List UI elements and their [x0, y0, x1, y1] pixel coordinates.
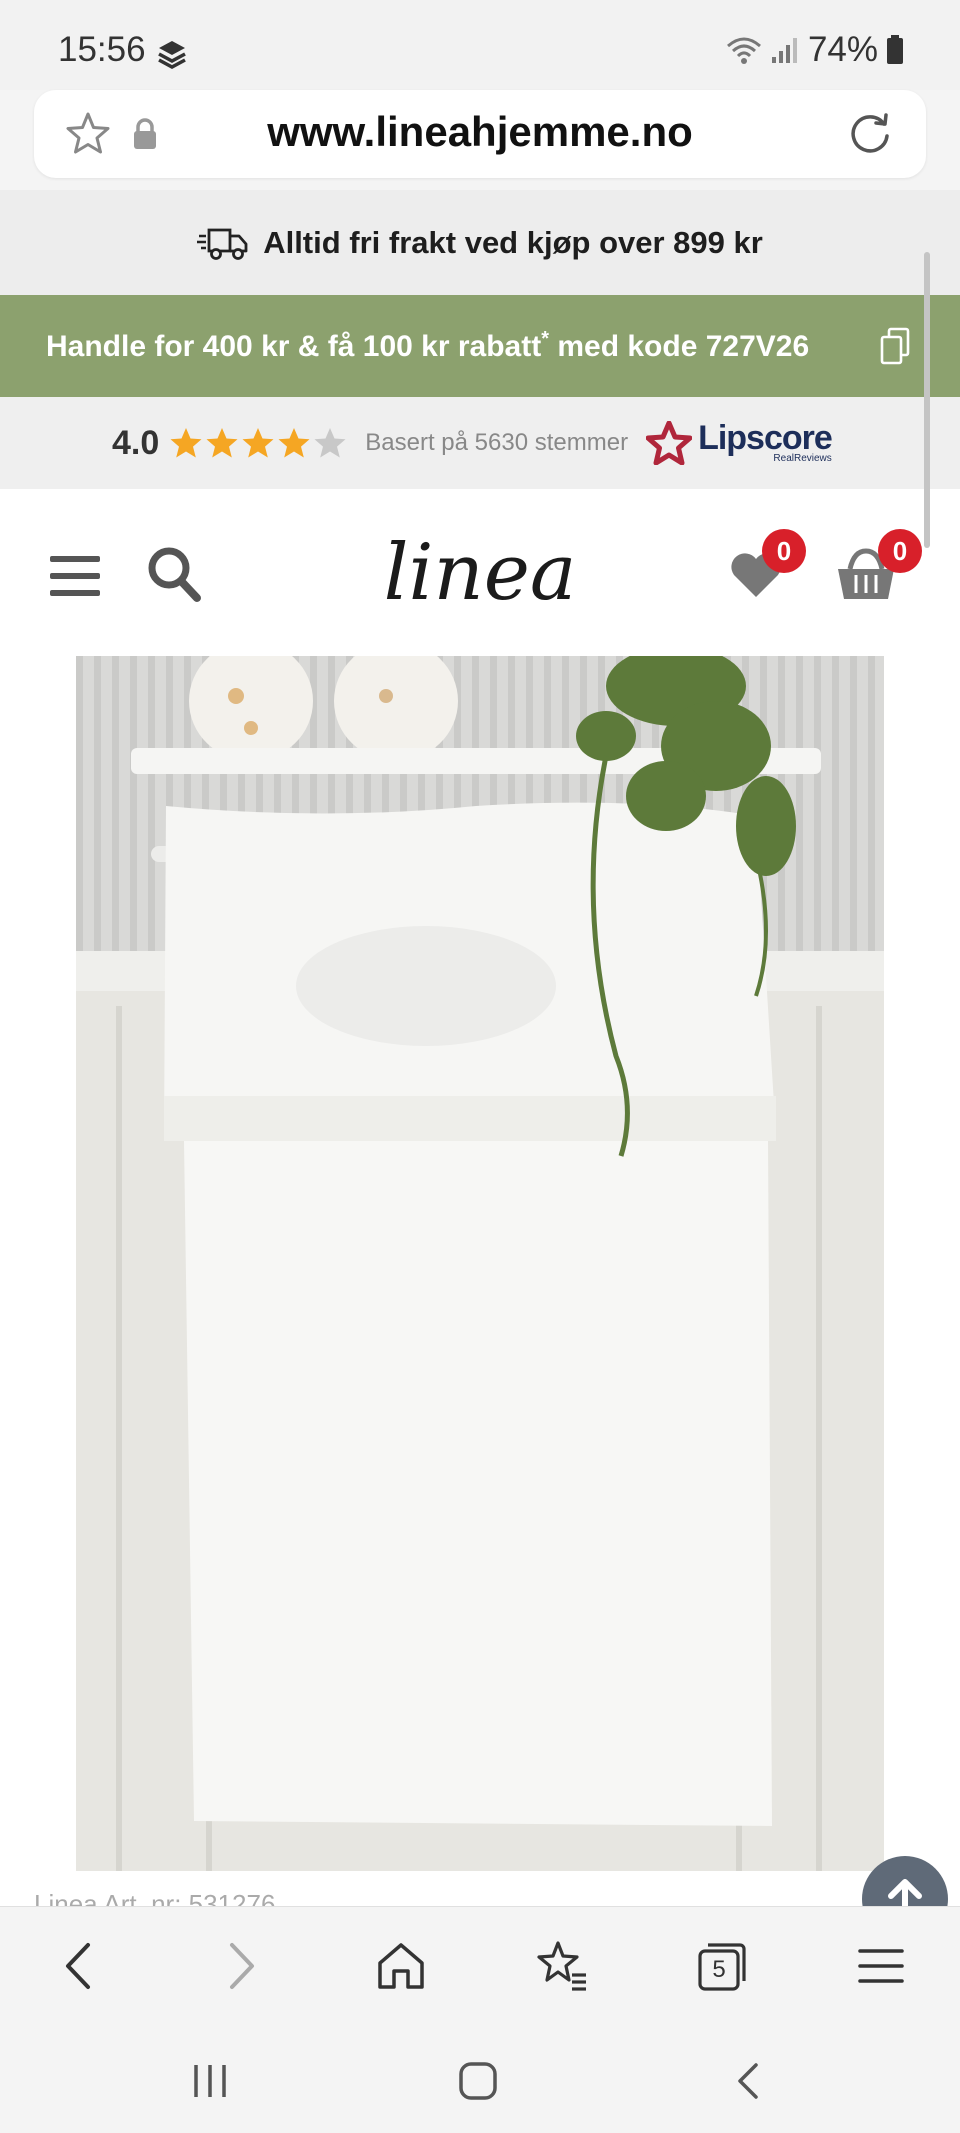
home-system-icon[interactable] [458, 2061, 498, 2101]
rating-stars [169, 426, 347, 460]
battery-icon [887, 35, 903, 64]
promo-banner[interactable]: Handle for 400 kr & få 100 kr rabatt* me… [0, 295, 960, 397]
star-empty-icon [314, 428, 346, 458]
truck-icon [197, 228, 248, 260]
wifi-icon [726, 37, 761, 64]
star-filled-icon [206, 428, 238, 458]
status-bar: 15:56 74% [0, 0, 960, 90]
status-time: 15:56 [58, 30, 146, 69]
site-header: linea 0 0 [0, 489, 960, 653]
battery-percent: 74% [807, 30, 878, 69]
tabs-button[interactable]: 5 [692, 1937, 750, 1995]
rating-count: Basert på 5630 stemmer [365, 429, 629, 456]
copy-icon[interactable] [880, 327, 910, 365]
linea-logo[interactable]: linea [320, 529, 640, 619]
url-text[interactable]: www.lineahjemme.no [34, 108, 926, 156]
app-notification-icon [158, 41, 186, 69]
promo-code-text: med kode 727V26 [549, 330, 810, 363]
home-icon[interactable] [372, 1937, 430, 1995]
menu-icon[interactable] [852, 1937, 910, 1995]
promo-text: Handle for 400 kr & få 100 kr rabatt* me… [46, 328, 809, 364]
product-content: Linea Art. nr: 531276 [0, 651, 960, 1942]
hamburger-icon[interactable] [50, 554, 100, 598]
shipping-banner: Alltid fri frakt ved kjøp over 899 kr [0, 190, 960, 295]
browser-toolbar: 5 [0, 1906, 960, 2027]
recent-apps-icon[interactable] [190, 2061, 230, 2101]
tabs-count: 5 [712, 1956, 726, 1983]
promo-text-main: Handle for 400 kr & få 100 kr rabatt [46, 330, 542, 363]
product-image[interactable] [76, 656, 884, 1871]
system-nav-bar [0, 2026, 960, 2133]
lipscore-logo[interactable]: Lipscore RealReviews [646, 418, 833, 465]
cart-count-badge: 0 [878, 529, 922, 573]
back-icon[interactable] [50, 1937, 108, 1995]
rating-bar[interactable]: 4.0 Basert på 5630 stemmer Lipscore Real… [0, 397, 960, 489]
logo-text: linea [384, 529, 577, 618]
forward-icon[interactable] [212, 1937, 270, 1995]
promo-asterisk: * [541, 328, 550, 350]
search-icon[interactable] [145, 544, 203, 604]
wishlist-count-badge: 0 [762, 529, 806, 573]
lipscore-star-icon [646, 421, 693, 465]
star-filled-icon [170, 428, 202, 458]
shipping-text: Alltid fri frakt ved kjøp over 899 kr [263, 224, 763, 260]
rating-score: 4.0 [112, 423, 160, 462]
signal-icon [771, 38, 797, 63]
address-bar[interactable]: www.lineahjemme.no [34, 90, 926, 178]
bookmarks-icon[interactable] [532, 1937, 590, 1995]
star-filled-icon [242, 428, 274, 458]
star-filled-icon [278, 428, 310, 458]
page-scrollbar[interactable] [924, 252, 930, 548]
reload-icon[interactable] [846, 110, 894, 158]
system-back-icon[interactable] [728, 2061, 768, 2101]
lipscore-name: Lipscore [698, 418, 833, 457]
